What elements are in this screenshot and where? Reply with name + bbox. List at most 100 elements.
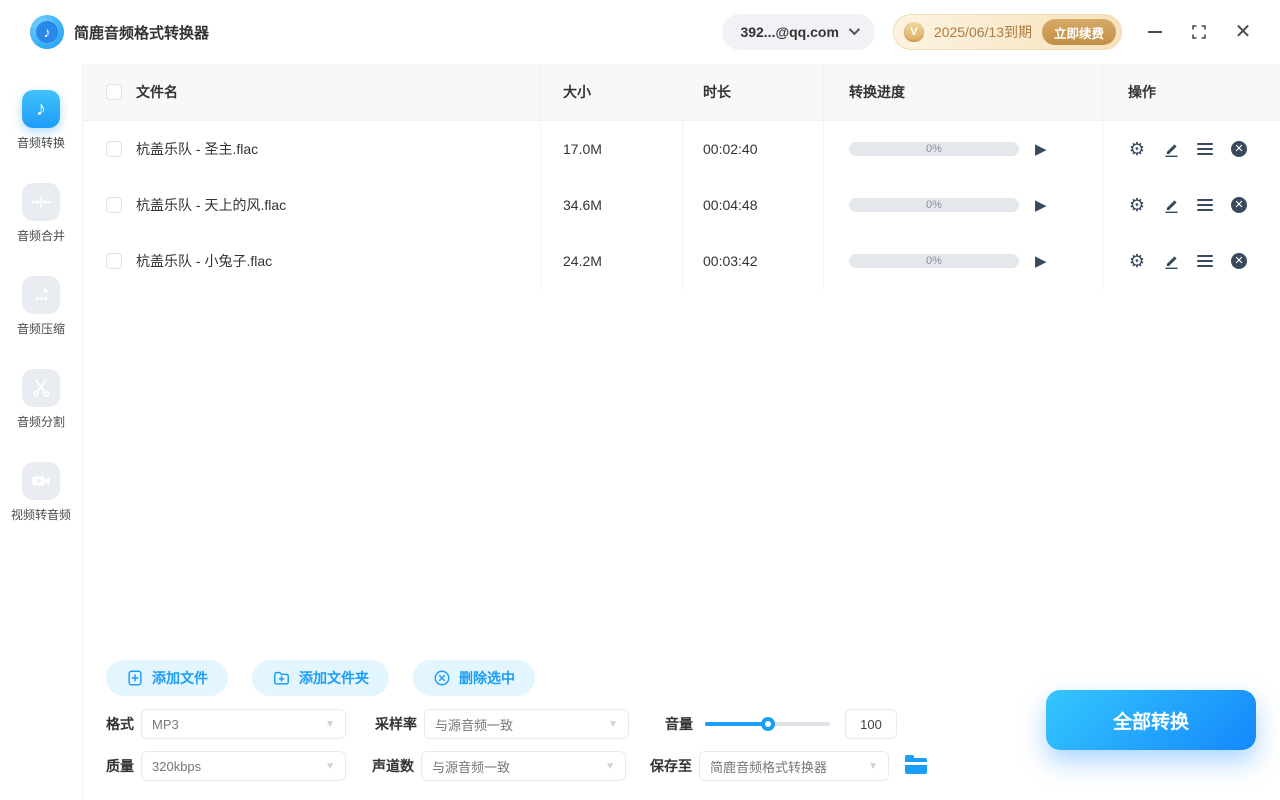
close-button[interactable]: ✕	[1234, 22, 1252, 42]
remove-icon[interactable]: ✕	[1230, 196, 1248, 214]
add-folder-icon	[274, 671, 289, 685]
menu-icon[interactable]	[1196, 252, 1214, 270]
col-size: 大小	[541, 64, 683, 120]
progress-bar: 0%	[849, 198, 1019, 212]
maximize-button[interactable]	[1190, 23, 1208, 41]
brand: ♪ 简鹿音频格式转换器	[0, 15, 209, 49]
format-control: 格式 MP3 ▼	[106, 709, 346, 739]
app-window: ♪ 简鹿音频格式转换器 392...@qq.com V 2025/06/13到期…	[0, 0, 1280, 800]
add-file-icon	[128, 670, 142, 686]
minimize-button[interactable]	[1146, 23, 1164, 41]
format-select[interactable]: MP3 ▼	[141, 709, 346, 739]
edit-pencil-icon[interactable]	[1162, 196, 1180, 214]
delete-selected-button[interactable]: 删除选中	[413, 660, 535, 696]
account-dropdown[interactable]: 392...@qq.com	[722, 14, 875, 50]
file-size: 17.0M	[541, 121, 683, 177]
caret-down-icon: ▼	[325, 760, 335, 772]
vip-badge-icon: V	[903, 22, 924, 42]
progress-value: 0%	[926, 143, 942, 155]
progress-bar: 0%	[849, 254, 1019, 268]
convert-all-button[interactable]: 全部转换	[1046, 690, 1256, 750]
remove-icon[interactable]: ✕	[1230, 252, 1248, 270]
table-row: 杭盖乐队 - 天上的风.flac 34.6M 00:04:48 0% ▶ ⚙ ✕	[83, 177, 1280, 233]
settings-gear-icon[interactable]: ⚙	[1128, 252, 1146, 270]
compress-icon	[21, 276, 60, 314]
channels-control: 声道数 与源音频一致 ▼	[372, 751, 626, 781]
volume-control: 音量	[665, 709, 897, 739]
caret-down-icon: ▼	[605, 760, 615, 772]
account-email: 392...@qq.com	[740, 24, 839, 40]
sidebar-item-audio-convert[interactable]: ♪ 音频转换	[17, 90, 65, 151]
quality-select[interactable]: 320kbps ▼	[141, 751, 346, 781]
app-logo-icon: ♪	[30, 15, 64, 49]
file-name: 杭盖乐队 - 圣主.flac	[136, 141, 259, 157]
file-duration: 00:04:48	[683, 177, 824, 233]
table-row: 杭盖乐队 - 圣主.flac 17.0M 00:02:40 0% ▶ ⚙ ✕	[83, 121, 1280, 177]
file-name: 杭盖乐队 - 天上的风.flac	[136, 197, 287, 213]
file-duration: 00:03:42	[683, 233, 824, 289]
progress-value: 0%	[926, 199, 942, 211]
volume-input[interactable]	[845, 709, 897, 739]
minimize-icon	[1148, 31, 1162, 33]
caret-down-icon: ▼	[608, 718, 618, 730]
play-icon[interactable]: ▶	[1035, 142, 1047, 157]
settings-gear-icon[interactable]: ⚙	[1128, 140, 1146, 158]
app-title: 简鹿音频格式转换器	[74, 24, 210, 42]
play-icon[interactable]: ▶	[1035, 198, 1047, 213]
volume-slider[interactable]	[705, 717, 830, 731]
edit-pencil-icon[interactable]	[1162, 252, 1180, 270]
remove-icon[interactable]: ✕	[1230, 140, 1248, 158]
edit-pencil-icon[interactable]	[1162, 140, 1180, 158]
sidebar-item-audio-compress[interactable]: 音频压缩	[17, 276, 65, 337]
maximize-icon	[1192, 25, 1206, 39]
table-header: 文件名 大小 时长 转换进度 操作	[83, 64, 1280, 121]
file-toolbar: 添加文件 添加文件夹 删除选中	[106, 660, 535, 696]
progress-value: 0%	[926, 255, 942, 267]
merge-icon	[21, 183, 60, 221]
slider-knob[interactable]	[760, 717, 775, 731]
row-checkbox[interactable]	[106, 141, 122, 157]
menu-icon[interactable]	[1196, 140, 1214, 158]
progress-bar: 0%	[849, 142, 1019, 156]
row-checkbox[interactable]	[106, 197, 122, 213]
select-all-checkbox[interactable]	[106, 84, 122, 100]
row-checkbox[interactable]	[106, 253, 122, 269]
col-progress: 转换进度	[824, 64, 1103, 120]
col-duration: 时长	[683, 64, 824, 120]
sidebar: ♪ 音频转换 音频合并 音频压缩 音频分割 视频转音频	[0, 64, 83, 800]
sample-rate-control: 采样率 与源音频一致 ▼	[375, 709, 629, 739]
settings-gear-icon[interactable]: ⚙	[1128, 196, 1146, 214]
col-actions: 操作	[1128, 84, 1156, 100]
play-icon[interactable]: ▶	[1035, 254, 1047, 269]
file-size: 24.2M	[541, 233, 683, 289]
table-row: 杭盖乐队 - 小兔子.flac 24.2M 00:03:42 0% ▶ ⚙ ✕	[83, 233, 1280, 289]
open-folder-icon[interactable]	[905, 755, 927, 774]
video-camera-icon	[21, 462, 60, 500]
col-filename: 文件名	[136, 84, 178, 100]
save-to-select[interactable]: 简鹿音频格式转换器 ▼	[699, 751, 889, 781]
sidebar-item-video-to-audio[interactable]: 视频转音频	[11, 462, 71, 523]
expiry-date: 2025/06/13到期	[933, 24, 1032, 40]
license-pill: V 2025/06/13到期 立即续费	[892, 14, 1122, 50]
chevron-down-icon	[848, 23, 860, 35]
music-note-icon: ♪	[36, 21, 58, 43]
title-bar: ♪ 简鹿音频格式转换器 392...@qq.com V 2025/06/13到期…	[0, 0, 1280, 64]
caret-down-icon: ▼	[325, 718, 335, 730]
delete-circle-icon	[434, 670, 450, 686]
music-note-icon: ♪	[21, 90, 60, 128]
file-name: 杭盖乐队 - 小兔子.flac	[136, 253, 273, 269]
renew-button[interactable]: 立即续费	[1041, 19, 1116, 45]
channels-select[interactable]: 与源音频一致 ▼	[421, 751, 626, 781]
quality-control: 质量 320kbps ▼	[106, 751, 346, 781]
add-file-button[interactable]: 添加文件	[106, 660, 228, 696]
scissors-icon	[21, 369, 60, 407]
window-controls: ✕	[1146, 22, 1252, 42]
sidebar-item-audio-merge[interactable]: 音频合并	[17, 183, 65, 244]
file-duration: 00:02:40	[683, 121, 824, 177]
sidebar-item-audio-split[interactable]: 音频分割	[17, 369, 65, 430]
caret-down-icon: ▼	[868, 760, 878, 772]
file-size: 34.6M	[541, 177, 683, 233]
sample-rate-select[interactable]: 与源音频一致 ▼	[424, 709, 629, 739]
add-folder-button[interactable]: 添加文件夹	[252, 660, 389, 696]
menu-icon[interactable]	[1196, 196, 1214, 214]
